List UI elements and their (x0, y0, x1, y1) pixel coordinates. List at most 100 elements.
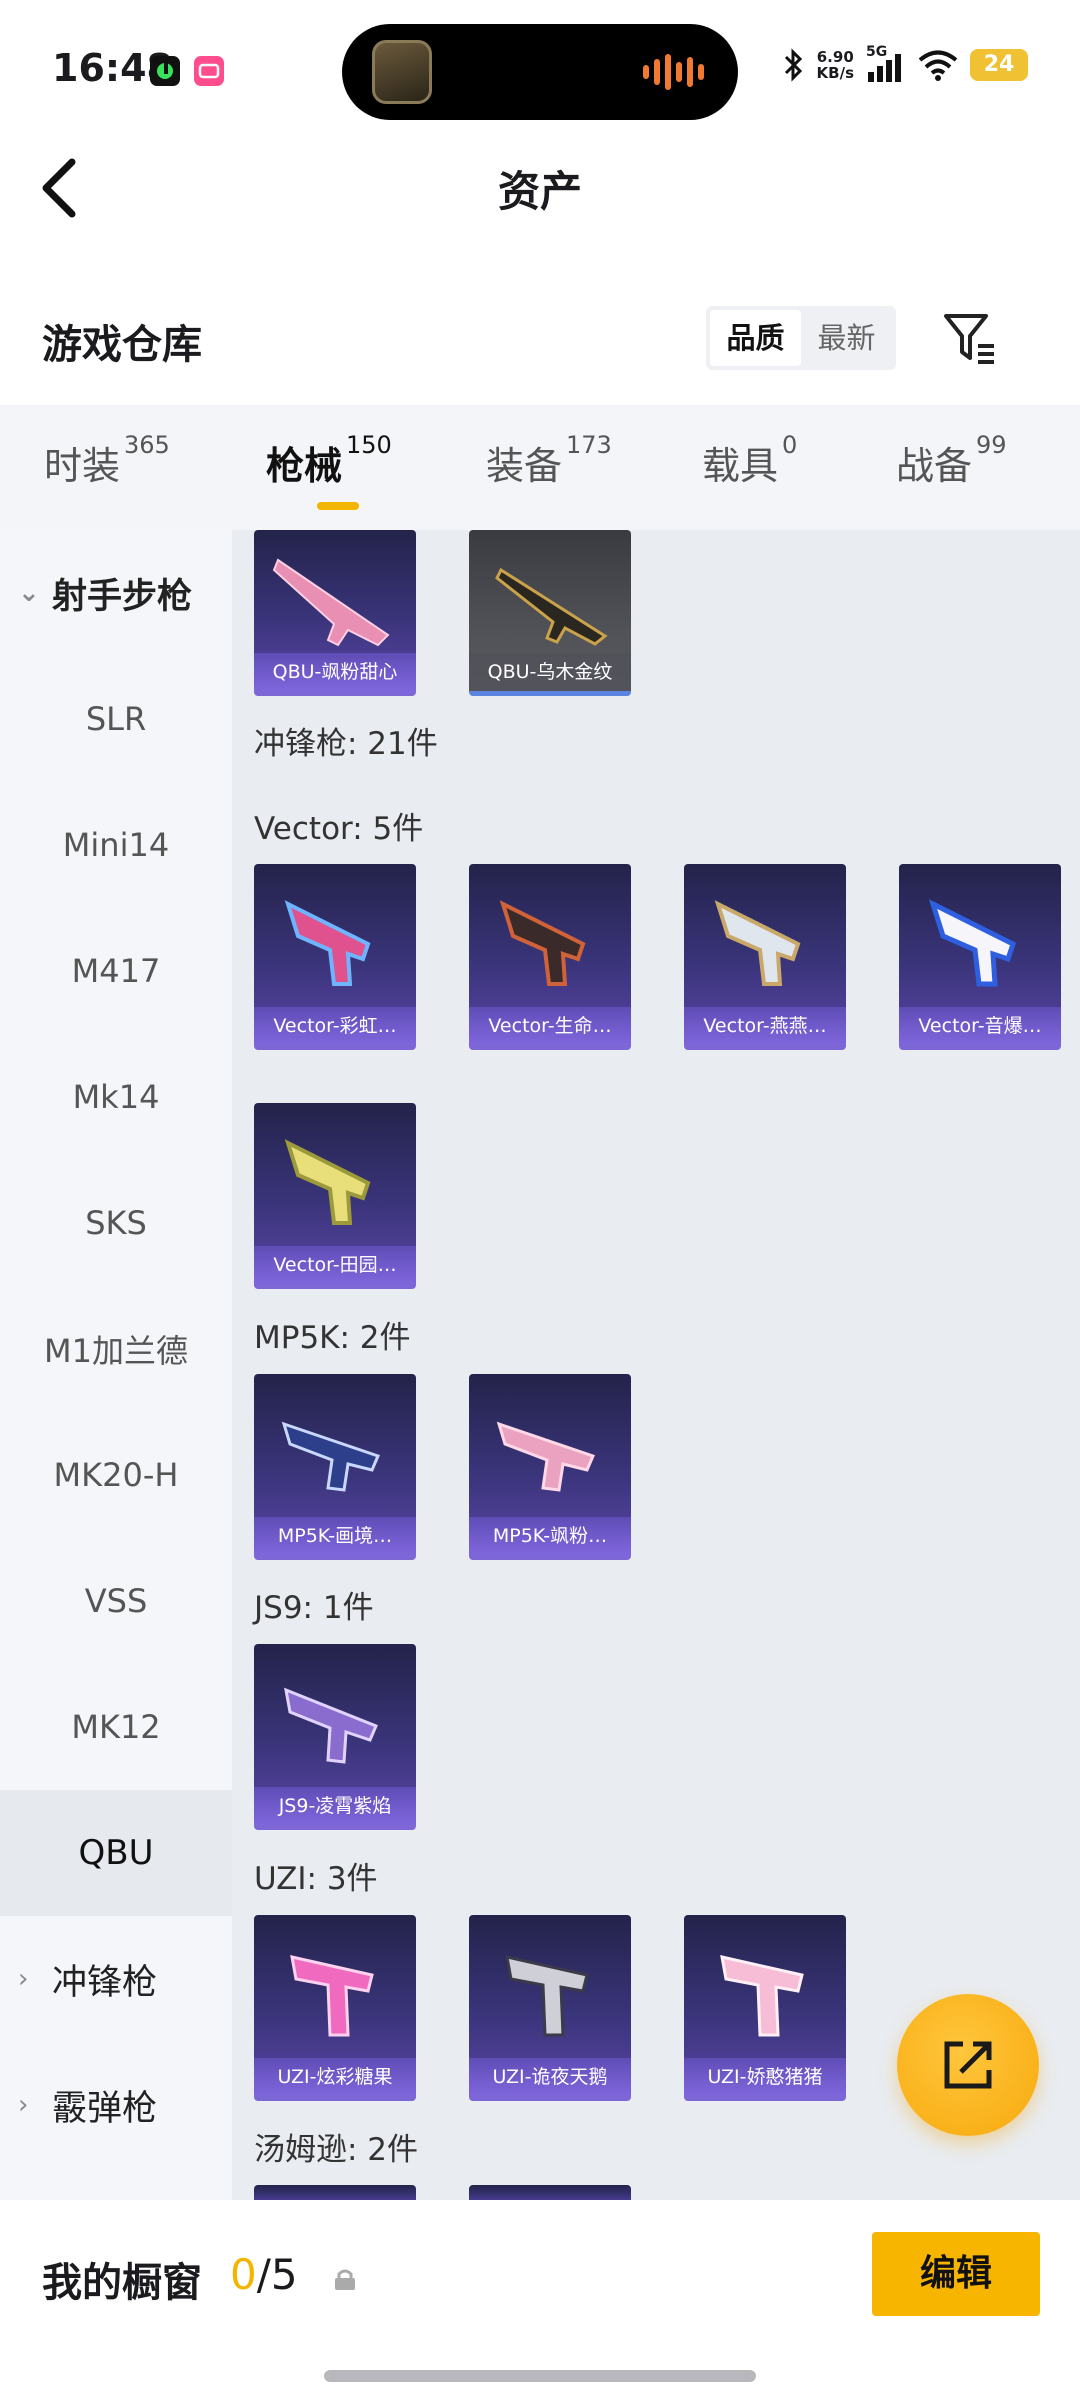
weapon-card[interactable]: Vector-生命… (469, 864, 631, 1050)
rifle-icon (495, 567, 608, 646)
tab-weapons[interactable]: 枪械 150 (266, 431, 392, 490)
weapon-card[interactable]: UZI-娇憨猪猪 (684, 1915, 846, 2101)
active-tab-indicator (317, 502, 359, 510)
weapon-card[interactable]: QBU-飒粉甜心 (254, 530, 416, 696)
weapon-name: QBU-飒粉甜心 (254, 653, 416, 691)
smg-icon (284, 1139, 371, 1225)
smg-icon (720, 1955, 804, 2037)
cell-signal: 5G (866, 44, 906, 82)
tab-costume[interactable]: 时装 365 (44, 431, 170, 490)
net-speed: 6.90 KB/s (817, 49, 854, 81)
sidebar-item-sks[interactable]: SKS (0, 1160, 232, 1286)
lock-icon (335, 2269, 355, 2290)
chevron-right-icon: › (18, 2090, 29, 2120)
sidebar-group-shotgun[interactable]: › 霰弹枪 (0, 2042, 232, 2168)
weapon-name: Vector-彩虹… (254, 1007, 416, 1045)
weapon-name: Vector-生命… (469, 1007, 631, 1045)
sidebar-group-label: 霰弹枪 (52, 2088, 158, 2129)
tab-label: 载具 (702, 444, 779, 488)
weapon-name: QBU-乌木金纹 (469, 653, 631, 691)
weapon-card[interactable]: MP5K-画境… (254, 1374, 416, 1560)
sidebar-item-qbu[interactable]: QBU (0, 1790, 232, 1916)
sidebar-item-slr[interactable]: SLR (0, 656, 232, 782)
sidebar-group-smg[interactable]: › 冲锋枪 (0, 1916, 232, 2042)
sidebar-item-m1-garand[interactable]: M1加兰德 (0, 1286, 232, 1412)
weapon-card-partial[interactable] (469, 2185, 631, 2200)
net-speed-unit: KB/s (816, 64, 854, 82)
share-fab-button[interactable] (897, 1994, 1039, 2136)
category-tabs: 时装 365 枪械 150 装备 173 载具 0 战备 99 (0, 405, 1080, 530)
tab-count: 150 (346, 431, 392, 459)
tab-count: 365 (124, 431, 170, 459)
net-speed-value: 6.90 (816, 48, 854, 66)
weapon-card[interactable]: Vector-田园… (254, 1103, 416, 1289)
smg-icon (499, 900, 586, 986)
weapon-card[interactable]: QBU-乌木金纹 (469, 530, 631, 696)
page-title: 资产 (497, 167, 582, 216)
dynamic-island[interactable] (342, 24, 738, 120)
smg-icon (928, 899, 1017, 987)
sidebar-group-marksman-rifles[interactable]: ⌄ 射手步枪 (0, 530, 232, 656)
share-external-icon (944, 2041, 992, 2089)
sort-quality-option[interactable]: 品质 (710, 310, 801, 366)
battery-indicator: 24 (970, 49, 1028, 81)
top-nav: 资产 (0, 130, 1080, 250)
bottom-bar: 我的橱窗 0/5 编辑 (0, 2200, 1080, 2400)
tab-equipment[interactable]: 装备 173 (486, 431, 612, 490)
home-indicator[interactable] (324, 2370, 756, 2382)
smg-icon (284, 1687, 378, 1764)
weapon-card[interactable]: Vector-彩虹… (254, 864, 416, 1050)
section-header-smg: 冲锋枪: 21件 (254, 726, 438, 762)
weapon-grid: QBU-飒粉甜心 QBU-乌木金纹 冲锋枪: 21件 Vector: 5件 Ve… (232, 530, 1080, 2200)
chevron-down-icon: ⌄ (18, 578, 40, 608)
weapon-name: UZI-诡夜天鹅 (469, 2058, 631, 2096)
bluetooth-icon (784, 48, 802, 82)
weapon-name: MP5K-飒粉… (469, 1517, 631, 1555)
weapon-card[interactable]: Vector-音爆… (899, 864, 1061, 1050)
weapon-card[interactable]: UZI-诡夜天鹅 (469, 1915, 631, 2101)
section-header-vector: Vector: 5件 (254, 811, 424, 847)
weapon-name: UZI-娇憨猪猪 (684, 2058, 846, 2096)
weapon-card[interactable]: MP5K-飒粉… (469, 1374, 631, 1560)
sidebar-item-vss[interactable]: VSS (0, 1538, 232, 1664)
smg-icon (505, 1955, 589, 2037)
filter-icon (944, 314, 994, 364)
weapon-name: UZI-炫彩糖果 (254, 2058, 416, 2096)
tab-count: 173 (566, 431, 612, 459)
filter-button[interactable] (940, 308, 1000, 368)
music-app-icon (150, 56, 180, 86)
tab-label: 装备 (486, 444, 563, 488)
weapon-name: Vector-燕燕… (684, 1007, 846, 1045)
smg-icon (714, 900, 801, 986)
warehouse-header: 游戏仓库 品质 最新 (0, 290, 1080, 390)
section-header-mp5k: MP5K: 2件 (254, 1320, 411, 1356)
smg-icon (496, 1421, 596, 1492)
weapon-card[interactable]: Vector-燕燕… (684, 864, 846, 1050)
weapon-card[interactable]: JS9-凌霄紫焰 (254, 1644, 416, 1830)
weapon-card-partial[interactable] (254, 2185, 416, 2200)
sort-newest-option[interactable]: 最新 (801, 310, 892, 366)
weapon-name: MP5K-画境… (254, 1517, 416, 1555)
weapon-name: Vector-田园… (254, 1246, 416, 1284)
sidebar-item-mk14[interactable]: Mk14 (0, 1034, 232, 1160)
tab-count: 99 (976, 431, 1007, 459)
tab-label: 枪械 (266, 444, 343, 488)
smg-icon (284, 900, 371, 986)
status-bar: 16:48 6.90 KB/s 5G 24 (0, 0, 1080, 130)
tab-vehicles[interactable]: 载具 0 (702, 431, 797, 490)
sidebar-item-mini14[interactable]: Mini14 (0, 782, 232, 908)
tab-count: 0 (782, 431, 798, 459)
sidebar-item-m417[interactable]: M417 (0, 908, 232, 1034)
video-app-icon (194, 56, 224, 86)
section-header-uzi: UZI: 3件 (254, 1861, 378, 1897)
edit-button[interactable]: 编辑 (872, 2232, 1040, 2316)
sidebar-item-mk12[interactable]: MK12 (0, 1664, 232, 1790)
showcase-label: 我的橱窗 (42, 2260, 202, 2306)
tab-supplies[interactable]: 战备 99 (896, 431, 1007, 490)
sidebar-group-label: 射手步枪 (52, 576, 193, 617)
warehouse-title: 游戏仓库 (42, 322, 202, 368)
weapon-card[interactable]: UZI-炫彩糖果 (254, 1915, 416, 2101)
sidebar-item-mk20h[interactable]: MK20-H (0, 1412, 232, 1538)
showcase-total: /5 (256, 2250, 298, 2299)
tab-label: 时装 (44, 444, 121, 488)
